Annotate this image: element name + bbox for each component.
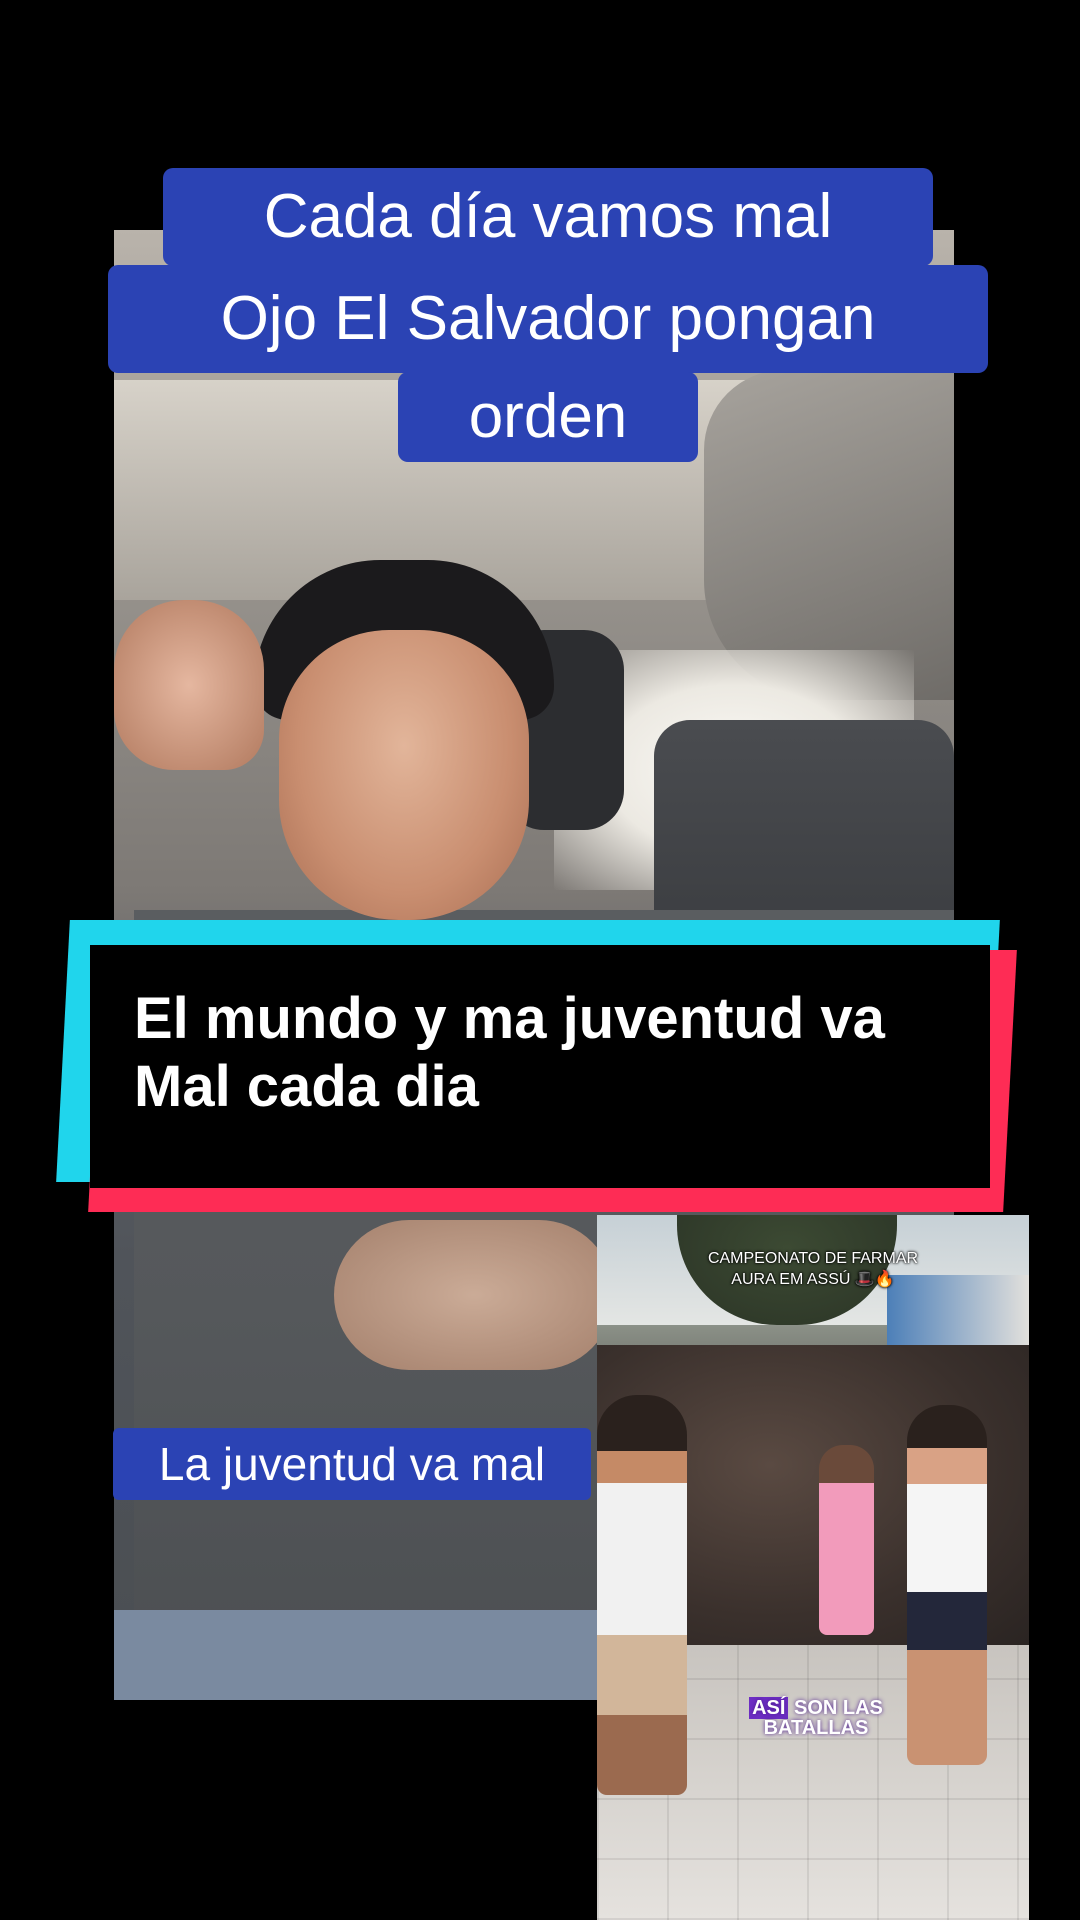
top-caption-line-2: Ojo El Salvador pongan [108,265,988,373]
top-caption-line-1: Cada día vamos mal [163,168,933,266]
inset-girl-pink-dress [819,1445,874,1635]
top-caption-line-3: orden [398,372,698,462]
person-hand [114,600,264,770]
banner-line-1: El mundo y ma juventud va [134,986,885,1051]
logo-highlight: ASÍ [749,1697,789,1719]
bottom-caption: La juventud va mal [113,1428,591,1500]
inset-video[interactable]: CAMPEONATO DE FARMAR AURA EM ASSÚ 🎩🔥 ASÍ… [597,1215,1029,1920]
inset-boy-left [597,1395,687,1795]
inset-overlay-line-2: AURA EM ASSÚ 🎩🔥 [731,1271,895,1288]
inset-channel-logo: ASÍ SON LAS BATALLAS [731,1697,901,1739]
logo-text-1: SON LAS [794,1697,883,1719]
inset-boy-right [907,1405,987,1765]
person-hand-gesture [334,1220,614,1370]
inset-overlay-title: CAMPEONATO DE FARMAR AURA EM ASSÚ 🎩🔥 [597,1248,1029,1290]
banner-line-2: Mal cada dia [134,1054,479,1119]
person-face [279,630,529,920]
logo-text-2: BATALLAS [763,1717,869,1739]
inset-overlay-line-1: CAMPEONATO DE FARMAR [707,1250,919,1267]
banner-text: El mundo y ma juventud va Mal cada dia [134,985,974,1121]
